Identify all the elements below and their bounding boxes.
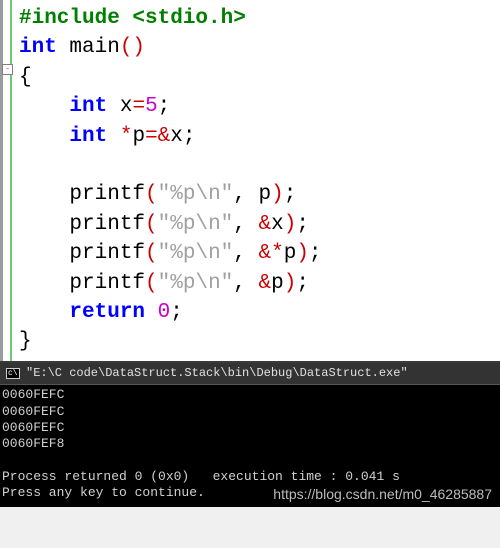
cmd-icon: c\	[6, 368, 20, 379]
blank-line	[5, 151, 498, 180]
change-marker	[10, 0, 12, 361]
var: x	[170, 125, 183, 148]
code-line: int main()	[5, 33, 498, 62]
output-line: 0060FEFC	[2, 404, 64, 419]
open-brace: {	[19, 66, 32, 89]
console-titlebar: c\ "E:\C code\DataStruct.Stack\bin\Debug…	[0, 363, 500, 386]
console-title-text: "E:\C code\DataStruct.Stack\bin\Debug\Da…	[26, 366, 408, 382]
keyword: int	[19, 36, 57, 59]
code-line: int *p=&x;	[5, 122, 498, 151]
keyword: int	[69, 95, 107, 118]
code-line: printf("%p\n", &p);	[5, 269, 498, 298]
keyword: return	[69, 301, 145, 324]
keyword: int	[69, 125, 107, 148]
code-line: {	[5, 63, 498, 92]
operator: *	[120, 125, 133, 148]
code-line: #include <stdio.h>	[5, 4, 498, 33]
code-line: int x=5;	[5, 92, 498, 121]
watermark-text: https://blog.csdn.net/m0_46285887	[273, 485, 492, 503]
code-line: printf("%p\n", &*p);	[5, 239, 498, 268]
paren: ()	[120, 36, 145, 59]
fn-name: main	[57, 36, 120, 59]
operator: =	[132, 95, 145, 118]
output-line: 0060FEF8	[2, 436, 64, 451]
code-line: }	[5, 327, 498, 356]
var: p	[132, 125, 145, 148]
close-brace: }	[19, 330, 32, 353]
output-line: 0060FEFC	[2, 420, 64, 435]
operator: =&	[145, 125, 170, 148]
semi: ;	[183, 125, 196, 148]
number: 5	[145, 95, 158, 118]
prompt-line: Press any key to continue.	[2, 485, 205, 500]
code-editor: - #include <stdio.h> int main() { int x=…	[0, 0, 500, 361]
string: "%p\n"	[158, 183, 234, 206]
fn-call: printf	[69, 183, 145, 206]
code-line: printf("%p\n", p);	[5, 180, 498, 209]
preprocessor: #include <stdio.h>	[19, 7, 246, 30]
status-line: Process returned 0 (0x0) execution time …	[2, 469, 400, 484]
code-line: return 0;	[5, 298, 498, 327]
semi: ;	[158, 95, 171, 118]
fold-icon[interactable]: -	[2, 64, 13, 75]
console-window: c\ "E:\C code\DataStruct.Stack\bin\Debug…	[0, 361, 500, 507]
number: 0	[158, 301, 171, 324]
code-line: printf("%p\n", &x);	[5, 210, 498, 239]
output-line: 0060FEFC	[2, 387, 64, 402]
var: x	[107, 95, 132, 118]
